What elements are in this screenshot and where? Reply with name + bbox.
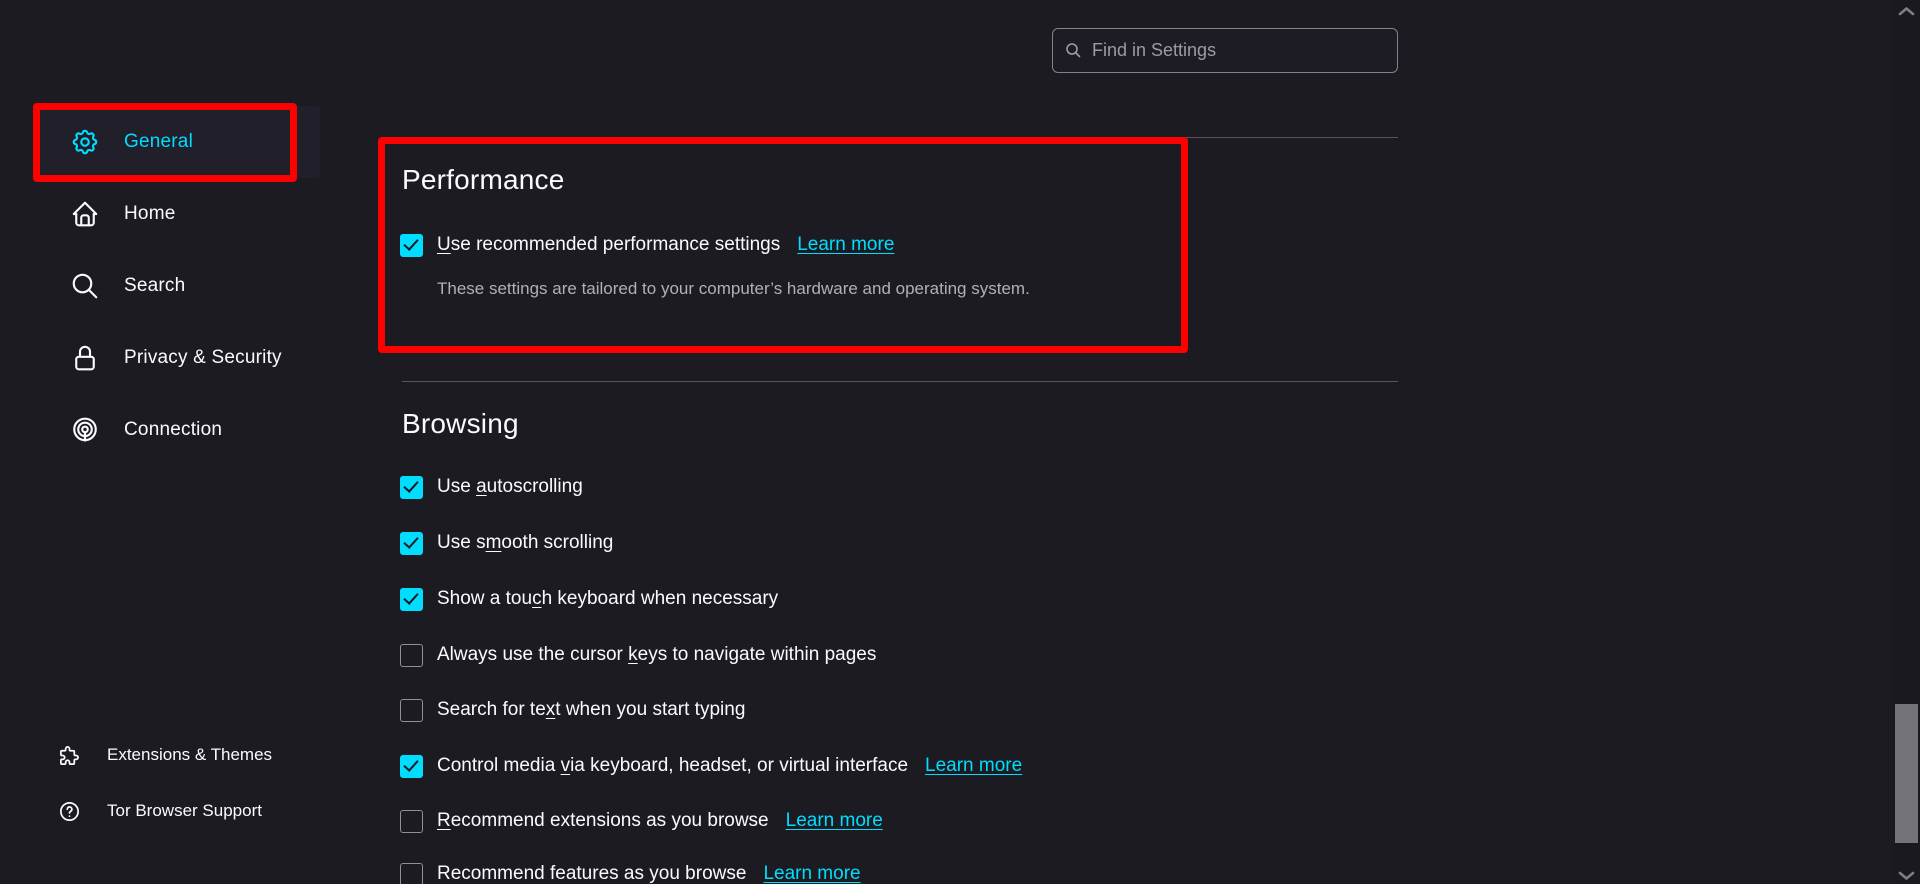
checkbox-label: Use autoscrolling [437,476,583,498]
checkbox[interactable] [400,755,423,778]
checkbox-row-cursor-keys: Always use the cursor keys to navigate w… [400,638,876,672]
checkbox-label: Show a touch keyboard when necessary [437,588,778,610]
find-in-settings-input[interactable]: Find in Settings [1052,28,1398,73]
checkbox[interactable] [400,810,423,833]
sidebar-item-label: General [124,131,193,153]
checkbox-label: Control media via keyboard, headset, or … [437,755,908,777]
scroll-down-arrow-icon[interactable] [1897,869,1916,881]
gear-icon [70,127,100,157]
home-icon [70,199,100,229]
sidebar-item-home[interactable]: Home [40,178,320,250]
checkbox[interactable] [400,699,423,722]
checkbox[interactable] [400,476,423,499]
learn-more-link[interactable]: Learn more [786,810,883,832]
broadcast-icon [70,415,100,445]
checkbox-row-recommended-performance: Use recommended performance settings Lea… [400,228,894,262]
magnifier-icon [1065,42,1082,59]
scrollbar-thumb[interactable] [1895,704,1918,843]
sidebar-item-label: Connection [124,419,222,441]
lock-icon [70,343,100,373]
sidebar-item-label: Privacy & Security [124,347,282,369]
sidebar-link-tor-browser-support[interactable]: Tor Browser Support [58,793,358,829]
performance-description: These settings are tailored to your comp… [437,279,1030,299]
checkbox-row-control-media: Control media via keyboard, headset, or … [400,749,1022,783]
checkbox-label: Use smooth scrolling [437,532,613,554]
checkbox[interactable] [400,588,423,611]
checkbox-label: Use recommended performance settings [437,234,780,256]
question-icon [58,800,81,823]
search-icon [70,271,100,301]
sidebar-item-search[interactable]: Search [40,250,320,322]
checkbox-row-recommend-features: Recommend features as you browse Learn m… [400,857,861,884]
checkbox[interactable] [400,644,423,667]
scroll-up-arrow-icon[interactable] [1897,4,1916,16]
section-divider [402,137,1398,138]
performance-heading: Performance [402,164,565,196]
checkbox-row-autoscrolling: Use autoscrolling [400,470,583,504]
checkbox[interactable] [400,863,423,884]
sidebar-item-label: Home [124,203,175,225]
learn-more-link[interactable]: Learn more [925,755,1022,777]
browsing-heading: Browsing [402,408,519,440]
checkbox[interactable] [400,234,423,257]
checkbox-row-touch-keyboard: Show a touch keyboard when necessary [400,582,778,616]
sidebar-link-extensions-themes[interactable]: Extensions & Themes [58,737,358,773]
puzzle-icon [58,744,81,767]
checkbox-label: Recommend features as you browse [437,863,746,884]
checkbox-label: Recommend extensions as you browse [437,810,769,832]
sidebar-link-label: Extensions & Themes [107,745,272,765]
sidebar-item-connection[interactable]: Connection [40,394,320,466]
sidebar-item-general[interactable]: General [40,106,320,178]
section-divider [402,381,1398,382]
checkbox-label: Search for text when you start typing [437,699,745,721]
sidebar-link-label: Tor Browser Support [107,801,262,821]
checkbox-row-smooth-scrolling: Use smooth scrolling [400,526,613,560]
search-placeholder: Find in Settings [1092,40,1216,61]
sidebar-item-label: Search [124,275,185,297]
checkbox-row-search-while-typing: Search for text when you start typing [400,693,745,727]
checkbox-row-recommend-extensions: Recommend extensions as you browse Learn… [400,804,883,838]
sidebar-item-privacy-security[interactable]: Privacy & Security [40,322,320,394]
learn-more-link[interactable]: Learn more [763,863,860,884]
checkbox-label: Always use the cursor keys to navigate w… [437,644,876,666]
checkbox[interactable] [400,532,423,555]
learn-more-link[interactable]: Learn more [797,234,894,256]
